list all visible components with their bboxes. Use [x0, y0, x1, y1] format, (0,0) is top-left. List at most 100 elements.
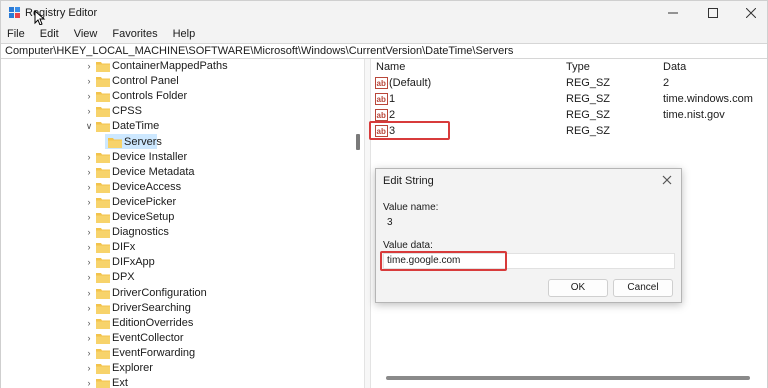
chevron-right-icon[interactable]: ›: [84, 240, 94, 255]
chevron-right-icon[interactable]: ›: [84, 195, 94, 210]
chevron-right-icon[interactable]: ›: [84, 346, 94, 361]
column-header-type[interactable]: Type: [566, 61, 590, 73]
tree-item[interactable]: › Controls Folder: [1, 89, 351, 104]
tree-item[interactable]: › CPSS: [1, 104, 351, 119]
tree-item[interactable]: › Ext: [1, 376, 351, 388]
tree-item[interactable]: › EventCollector: [1, 331, 351, 346]
tree-item[interactable]: › DIFx: [1, 240, 351, 255]
dialog-title: Edit String: [383, 175, 434, 187]
tree-scrollbar-thumb[interactable]: [356, 134, 360, 150]
tree-item[interactable]: › DevicePicker: [1, 195, 351, 210]
tree-item[interactable]: › DriverConfiguration: [1, 286, 351, 301]
chevron-right-icon[interactable]: ›: [84, 180, 94, 195]
chevron-right-icon[interactable]: ›: [84, 286, 94, 301]
folder-icon: [96, 243, 110, 254]
tree-item-label: DriverConfiguration: [112, 286, 207, 299]
value-type: REG_SZ: [566, 77, 611, 89]
tree-item-label: Device Metadata: [112, 165, 195, 178]
close-button[interactable]: [729, 1, 768, 25]
minimize-icon: [668, 12, 678, 14]
menu-view[interactable]: View: [74, 28, 98, 40]
tree-item[interactable]: › Control Panel: [1, 74, 351, 89]
chevron-right-icon[interactable]: ›: [84, 361, 94, 376]
folder-icon: [96, 92, 110, 103]
chevron-right-icon[interactable]: ›: [84, 301, 94, 316]
chevron-right-icon[interactable]: ›: [84, 331, 94, 346]
menu-favorites[interactable]: Favorites: [112, 28, 157, 40]
tree-item-label: Ext: [112, 377, 128, 388]
tree-item[interactable]: › DeviceSetup: [1, 210, 351, 225]
chevron-right-icon[interactable]: ›: [84, 210, 94, 225]
tree-item[interactable]: › Explorer: [1, 361, 351, 376]
folder-icon: [96, 77, 110, 88]
tree-item-label: DeviceSetup: [112, 211, 175, 223]
tree-item[interactable]: › EditionOverrides: [1, 316, 351, 331]
chevron-right-icon[interactable]: ›: [84, 316, 94, 331]
chevron-right-icon[interactable]: ›: [84, 150, 94, 165]
folder-icon: [96, 288, 110, 299]
tree-item[interactable]: › EventForwarding: [1, 346, 351, 361]
tree-item[interactable]: › DeviceAccess: [1, 180, 351, 195]
chevron-down-icon[interactable]: ∨: [84, 119, 94, 134]
tree-item[interactable]: Servers: [1, 135, 351, 150]
tree-item[interactable]: › Device Metadata: [1, 165, 351, 180]
tree-item[interactable]: › ContainerMappedPaths: [1, 59, 351, 74]
edit-string-dialog: Edit String Value name: 3 Value data: ti…: [375, 168, 682, 303]
mouse-cursor-icon: [34, 10, 46, 26]
maximize-icon: [708, 8, 718, 18]
value-row-default[interactable]: ab (Default) REG_SZ 2: [371, 76, 767, 91]
tree-item[interactable]: › DriverSearching: [1, 301, 351, 316]
menu-file[interactable]: File: [7, 28, 25, 40]
chevron-right-icon[interactable]: ›: [84, 165, 94, 180]
tree-item-label: EventForwarding: [112, 346, 196, 359]
chevron-right-icon[interactable]: ›: [84, 270, 94, 285]
minimize-button[interactable]: [651, 1, 695, 25]
value-name: 2: [389, 109, 396, 121]
value-name-label: Value name:: [383, 202, 439, 213]
folder-icon: [96, 318, 110, 329]
tree-item[interactable]: › Device Installer: [1, 150, 351, 165]
tree-item-label: DevicePicker: [112, 195, 177, 208]
folder-icon: [96, 258, 110, 269]
tree-item[interactable]: › DPX: [1, 270, 351, 285]
folder-icon: [96, 107, 110, 118]
folder-icon: [96, 348, 110, 359]
chevron-right-icon[interactable]: ›: [84, 89, 94, 104]
value-data: time.nist.gov: [663, 109, 725, 121]
folder-icon: [96, 182, 110, 193]
cancel-button[interactable]: Cancel: [613, 279, 673, 297]
folder-icon: [96, 213, 110, 223]
menu-bar: File Edit View Favorites Help: [1, 25, 767, 43]
tree-item-label: DPX: [112, 271, 135, 284]
menu-help[interactable]: Help: [173, 28, 196, 40]
value-type: REG_SZ: [566, 125, 611, 137]
folder-icon: [96, 167, 110, 178]
chevron-right-icon[interactable]: ›: [84, 225, 94, 240]
registry-editor-app-icon: [9, 7, 20, 18]
folder-icon: [96, 364, 110, 374]
address-bar[interactable]: Computer\HKEY_LOCAL_MACHINE\SOFTWARE\Mic…: [1, 43, 767, 59]
tree-item[interactable]: ∨ DateTime: [1, 119, 351, 134]
ok-button[interactable]: OK: [548, 279, 608, 297]
dialog-close-icon[interactable]: [660, 173, 674, 187]
chevron-right-icon[interactable]: ›: [84, 104, 94, 119]
chevron-right-icon[interactable]: ›: [84, 74, 94, 89]
column-header-name[interactable]: Name: [376, 61, 405, 73]
column-header-data[interactable]: Data: [663, 61, 686, 73]
chevron-right-icon[interactable]: ›: [84, 59, 94, 74]
chevron-right-icon[interactable]: ›: [84, 376, 94, 388]
tree-item-label: Explorer: [112, 362, 153, 374]
value-row-1[interactable]: ab 1 REG_SZ time.windows.com: [371, 92, 767, 107]
chevron-right-icon[interactable]: ›: [84, 255, 94, 270]
value-data: time.windows.com: [663, 93, 753, 105]
tree-item-label: Diagnostics: [112, 226, 169, 239]
tree-item-label: DeviceAccess: [112, 180, 182, 193]
folder-icon: [96, 62, 110, 72]
menu-edit[interactable]: Edit: [40, 28, 59, 40]
tree-item-label: CPSS: [112, 105, 142, 118]
tree-item[interactable]: › DIFxApp: [1, 255, 351, 270]
horizontal-scrollbar-thumb[interactable]: [386, 376, 750, 380]
tree-item-label: Controls Folder: [112, 90, 188, 103]
svg-text:ab: ab: [377, 79, 386, 88]
tree-item[interactable]: › Diagnostics: [1, 225, 351, 240]
